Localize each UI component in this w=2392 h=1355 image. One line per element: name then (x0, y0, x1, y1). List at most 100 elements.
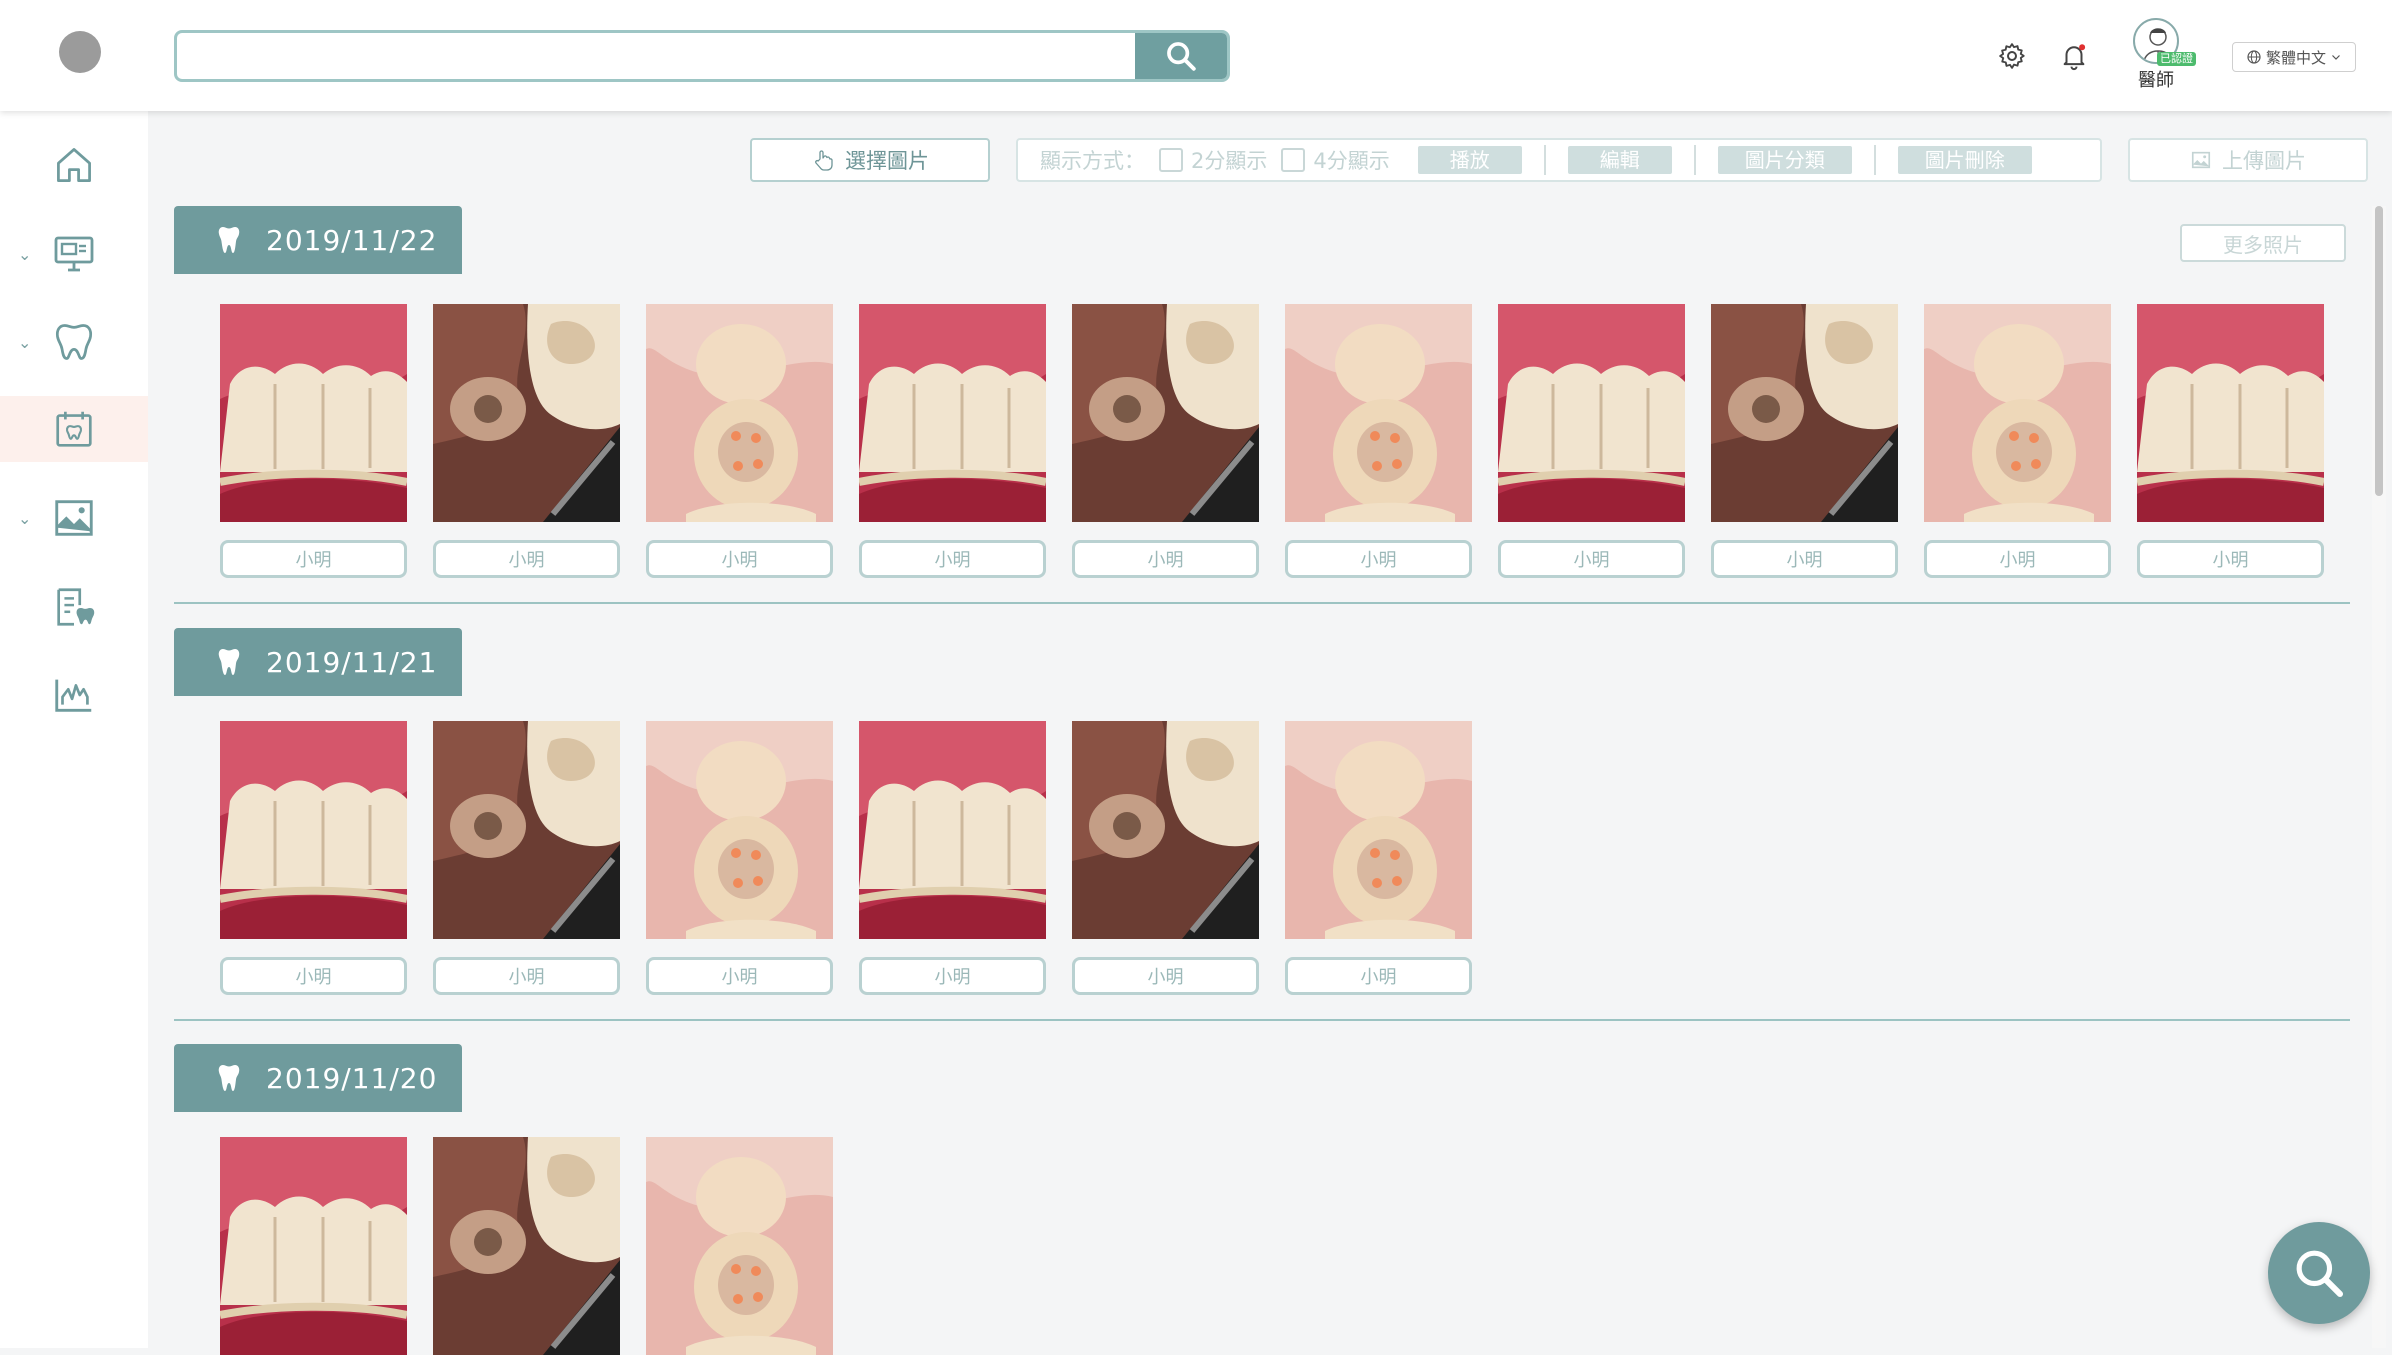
floating-search-button[interactable] (2268, 1222, 2370, 1324)
patient-name-button[interactable]: 小明 (646, 957, 833, 995)
verified-badge: 已認證 (2157, 52, 2196, 66)
patient-photo[interactable] (1285, 304, 1472, 522)
patient-name-button[interactable]: 小明 (859, 540, 1046, 578)
date-label: 2019/11/21 (266, 645, 438, 679)
notifications-button[interactable] (2056, 38, 2092, 74)
photo-image (220, 304, 407, 522)
chevron-down-icon: ⌄ (18, 244, 32, 264)
patient-name-button[interactable]: 小明 (1285, 957, 1472, 995)
patient-photo[interactable] (433, 304, 620, 522)
photo-image (646, 304, 833, 522)
search-icon (1167, 42, 1196, 71)
photo-image (220, 1137, 407, 1355)
patient-name-button[interactable]: 小明 (433, 540, 620, 578)
patient-photo[interactable] (1924, 304, 2111, 522)
patient-name-button[interactable]: 小明 (433, 957, 620, 995)
patient-photo[interactable] (220, 721, 407, 939)
more-photos-button[interactable]: 更多照片 (2180, 224, 2346, 262)
search-input[interactable] (177, 33, 1057, 79)
search-bar (174, 30, 1230, 82)
date-header[interactable]: 2019/11/20 (174, 1044, 462, 1112)
date-header[interactable]: 2019/11/21 (174, 628, 462, 696)
patient-photo[interactable] (433, 721, 620, 939)
section-divider (174, 602, 2350, 604)
patient-name-button[interactable]: 小明 (1072, 540, 1259, 578)
patient-name-button[interactable]: 小明 (220, 957, 407, 995)
photo-gallery: 更多照片 2019/11/22 小明 小明 小明 小明 小明 小明 小明 小明 小明 小明 201… (148, 111, 2364, 1355)
patient-photo[interactable] (646, 304, 833, 522)
photo-image (1285, 304, 1472, 522)
search-button[interactable] (1135, 33, 1227, 79)
photo-image (1711, 304, 1898, 522)
calendar-tooth-icon (56, 411, 92, 447)
photo-image (433, 304, 620, 522)
patient-photo[interactable] (220, 1137, 407, 1355)
patient-photo[interactable] (220, 304, 407, 522)
sidebar-item-home[interactable] (0, 132, 148, 198)
photo-image (1285, 721, 1472, 939)
photo-image (1072, 304, 1259, 522)
chevron-down-icon: ⌄ (18, 332, 32, 352)
patient-photo[interactable] (2137, 304, 2324, 522)
patient-photo[interactable] (646, 721, 833, 939)
patient-name-button[interactable]: 小明 (859, 957, 1046, 995)
photo-image (433, 721, 620, 939)
patient-name-button[interactable]: 小明 (646, 540, 833, 578)
sidebar: ⌄ ⌄ ⌄ (0, 111, 148, 1348)
patient-name-button[interactable]: 小明 (1924, 540, 2111, 578)
date-label: 2019/11/22 (266, 223, 438, 257)
photo-image (1072, 721, 1259, 939)
chevron-down-icon: ⌄ (18, 508, 32, 528)
logo[interactable] (59, 31, 101, 73)
sidebar-item-statistics[interactable] (0, 662, 148, 728)
sidebar-item-tooth[interactable]: ⌄ (0, 309, 148, 375)
patient-photo[interactable] (1072, 721, 1259, 939)
patient-name-button[interactable]: 小明 (1285, 540, 1472, 578)
photo-image (220, 721, 407, 939)
photo-image (1498, 304, 1685, 522)
patient-photo[interactable] (859, 304, 1046, 522)
scrollbar[interactable] (2372, 206, 2386, 1348)
patient-photo[interactable] (1072, 304, 1259, 522)
sidebar-item-images[interactable]: ⌄ (0, 485, 148, 551)
patient-photo[interactable] (646, 1137, 833, 1355)
patient-photo[interactable] (1711, 304, 1898, 522)
language-select[interactable]: 繁體中文 (2232, 42, 2356, 72)
patient-name-button[interactable]: 小明 (220, 540, 407, 578)
records-icon (57, 588, 95, 626)
patient-name-button[interactable]: 小明 (1072, 957, 1259, 995)
doctor-label: 醫師 (2138, 70, 2174, 91)
chevron-down-icon (2332, 55, 2340, 60)
top-bar: 醫師 已認證 繁體中文 (0, 0, 2392, 111)
photo-image (646, 721, 833, 939)
tooth-icon (55, 324, 93, 360)
sidebar-item-monitor[interactable]: ⌄ (0, 221, 148, 287)
patient-photo[interactable] (433, 1137, 620, 1355)
patient-name-button[interactable]: 小明 (1498, 540, 1685, 578)
globe-icon (2247, 50, 2261, 64)
search-icon (2296, 1250, 2344, 1298)
sidebar-item-records[interactable] (0, 574, 148, 640)
scrollbar-thumb[interactable] (2375, 206, 2383, 496)
bell-icon (2063, 44, 2086, 71)
patient-name-button[interactable]: 小明 (2137, 540, 2324, 578)
settings-button[interactable] (1994, 38, 2030, 74)
tooth-icon (218, 227, 240, 253)
photo-image (433, 1137, 620, 1355)
section-divider (174, 1019, 2350, 1021)
photo-image (2137, 304, 2324, 522)
patient-name-button[interactable]: 小明 (1711, 540, 1898, 578)
patient-photo[interactable] (859, 721, 1046, 939)
sidebar-item-patient-photos[interactable] (0, 396, 148, 462)
chart-icon (55, 679, 92, 712)
home-icon (57, 148, 91, 182)
date-header[interactable]: 2019/11/22 (174, 206, 462, 274)
photo-image (646, 1137, 833, 1355)
date-label: 2019/11/20 (266, 1061, 438, 1095)
gear-icon (1999, 43, 2025, 69)
patient-photo[interactable] (1285, 721, 1472, 939)
image-icon (55, 500, 93, 536)
photo-image (859, 721, 1046, 939)
photo-image (1924, 304, 2111, 522)
patient-photo[interactable] (1498, 304, 1685, 522)
